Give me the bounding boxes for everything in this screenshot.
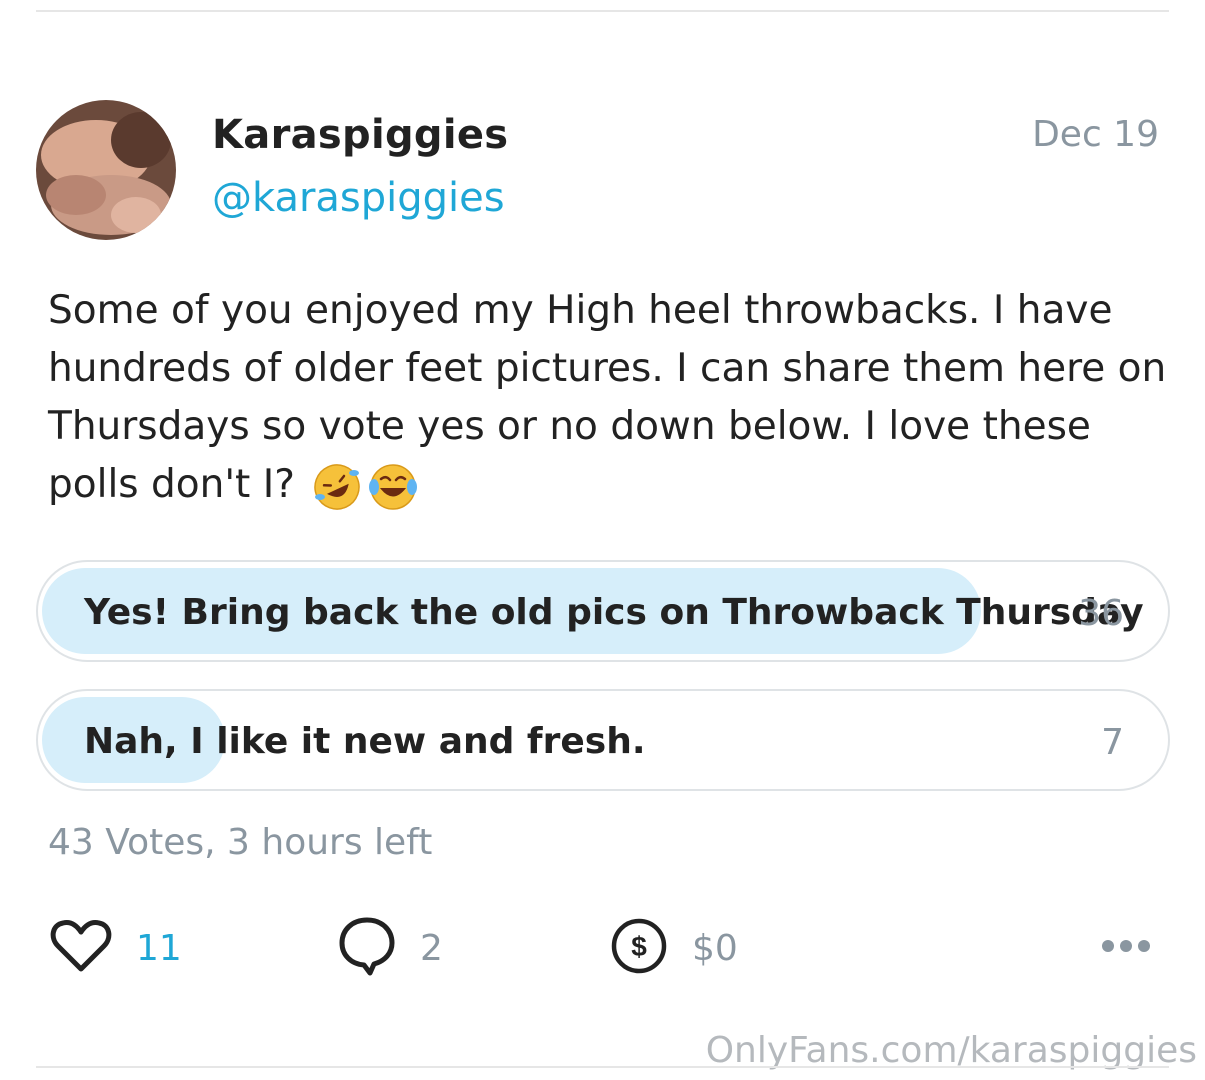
watermark: OnlyFans.com/karaspiggies	[705, 1030, 1197, 1071]
poll-option-label: Yes! Bring back the old pics on Throwbac…	[84, 592, 1144, 633]
comment-button[interactable]: 2	[338, 916, 443, 980]
like-count: 11	[136, 927, 182, 969]
bottom-divider	[36, 1066, 1169, 1068]
poll-time-left: , 3 hours left	[204, 822, 433, 863]
poll-option-label: Nah, I like it new and fresh.	[84, 721, 646, 762]
tip-amount: $0	[692, 927, 738, 969]
top-divider	[36, 10, 1169, 12]
like-button[interactable]: 11	[50, 918, 182, 978]
svg-text:$: $	[631, 931, 647, 962]
more-options-button[interactable]	[1100, 918, 1152, 978]
poll-summary: 43 Votes, 3 hours left	[48, 822, 432, 863]
poll-option-yes[interactable]: Yes! Bring back the old pics on Throwbac…	[36, 560, 1170, 662]
dollar-icon: $	[610, 917, 668, 979]
poll-votes-total: 43 Votes	[48, 822, 205, 863]
comment-icon	[338, 916, 396, 980]
poll-option-count: 36	[1078, 593, 1124, 634]
post-body: Some of you enjoyed my High heel throwba…	[48, 288, 1167, 507]
tip-button[interactable]: $ $0	[610, 918, 738, 978]
poll-option-count: 7	[1101, 722, 1124, 763]
post-text: Some of you enjoyed my High heel throwba…	[48, 282, 1168, 514]
tears-of-joy-emoji	[367, 461, 419, 513]
comment-count: 2	[420, 927, 443, 969]
avatar[interactable]	[36, 100, 176, 240]
poll-option-no[interactable]: Nah, I like it new and fresh. 7	[36, 689, 1170, 791]
post-date[interactable]: Dec 19	[1032, 114, 1159, 155]
more-dots-icon	[1100, 938, 1152, 958]
author-name[interactable]: Karaspiggies	[212, 112, 508, 158]
rolling-on-floor-laughing-emoji	[311, 461, 363, 513]
heart-icon	[50, 919, 112, 977]
author-handle[interactable]: @karaspiggies	[212, 175, 505, 221]
